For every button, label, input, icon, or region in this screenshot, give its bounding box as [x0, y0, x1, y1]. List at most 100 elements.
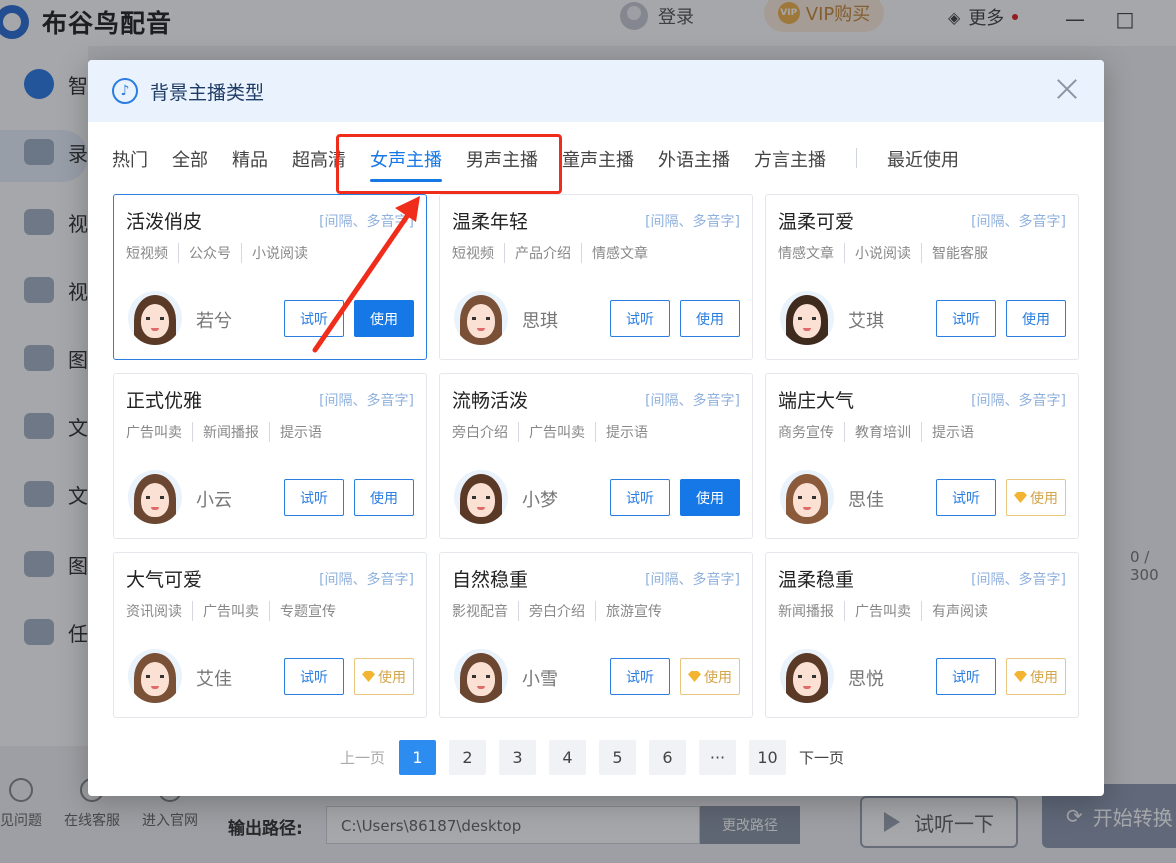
- card-tag: 资讯阅读: [126, 604, 182, 620]
- use-button[interactable]: 使用: [680, 658, 740, 695]
- card-title: 温柔可爱: [778, 211, 855, 233]
- tab-divider: [856, 148, 857, 168]
- anchor-name: 若兮: [196, 311, 232, 332]
- use-button[interactable]: 使用: [354, 300, 414, 337]
- pagination: 上一页 1 2 3 4 5 6 ··· 10 下一页: [340, 740, 844, 775]
- use-label: 使用: [704, 669, 732, 686]
- voice-card[interactable]: 流畅活泼 [间隔、多音字] 旁白介绍 广告叫卖 提示语 小梦 试听 使用: [439, 373, 753, 539]
- page-button[interactable]: 3: [499, 740, 537, 775]
- card-tags: 短视频 产品介绍 情感文章: [452, 243, 658, 263]
- close-icon[interactable]: [1052, 74, 1082, 104]
- page-button[interactable]: 4: [549, 740, 587, 775]
- use-button[interactable]: 使用: [354, 479, 414, 516]
- listen-button[interactable]: 试听: [936, 479, 996, 516]
- tab-1[interactable]: 全部: [172, 146, 208, 182]
- card-tag: 情感文章: [581, 243, 658, 263]
- listen-button[interactable]: 试听: [284, 658, 344, 695]
- card-hint: [间隔、多音字]: [645, 393, 740, 409]
- anchor-avatar: [780, 470, 834, 524]
- card-tag: 智能客服: [921, 243, 998, 263]
- anchor-name: 小云: [196, 490, 232, 511]
- anchor-name: 思琪: [522, 311, 558, 332]
- listen-button[interactable]: 试听: [610, 300, 670, 337]
- card-tag: 小说阅读: [844, 243, 921, 263]
- card-tag: 有声阅读: [921, 601, 998, 621]
- page-button[interactable]: 2: [449, 740, 487, 775]
- use-label: 使用: [370, 490, 398, 507]
- use-label: 使用: [1030, 490, 1058, 507]
- use-button[interactable]: 使用: [1006, 658, 1066, 695]
- anchor-avatar: [128, 470, 182, 524]
- page-button[interactable]: 5: [599, 740, 637, 775]
- use-button[interactable]: 使用: [1006, 300, 1066, 337]
- use-button[interactable]: 使用: [354, 658, 414, 695]
- card-hint: [间隔、多音字]: [319, 572, 414, 588]
- page-button[interactable]: 10: [749, 740, 787, 775]
- use-button[interactable]: 使用: [1006, 479, 1066, 516]
- tab-2[interactable]: 精品: [232, 146, 268, 182]
- voice-card[interactable]: 自然稳重 [间隔、多音字] 影视配音 旁白介绍 旅游宣传 小雪 试听 使用: [439, 552, 753, 718]
- use-label: 使用: [696, 311, 724, 328]
- anchor-name: 思佳: [848, 490, 884, 511]
- card-tags: 商务宣传 教育培训 提示语: [778, 422, 984, 442]
- card-tag: 提示语: [269, 422, 332, 442]
- listen-button[interactable]: 试听: [610, 479, 670, 516]
- card-tag: 广告叫卖: [844, 601, 921, 621]
- anchor-avatar: [128, 291, 182, 345]
- card-hint: [间隔、多音字]: [971, 393, 1066, 409]
- listen-button[interactable]: 试听: [936, 300, 996, 337]
- use-label: 使用: [696, 490, 724, 507]
- vip-gem-icon: [1014, 492, 1027, 503]
- card-tag: 旅游宣传: [595, 601, 672, 621]
- use-label: 使用: [1030, 669, 1058, 686]
- listen-button[interactable]: 试听: [284, 479, 344, 516]
- card-tags: 新闻播报 广告叫卖 有声阅读: [778, 601, 998, 621]
- card-tag: 提示语: [921, 422, 984, 442]
- card-tags: 短视频 公众号 小说阅读: [126, 243, 318, 263]
- use-button[interactable]: 使用: [680, 300, 740, 337]
- voice-card[interactable]: 端庄大气 [间隔、多音字] 商务宣传 教育培训 提示语思佳 试听 使用: [765, 373, 1079, 539]
- card-hint: [间隔、多音字]: [971, 572, 1066, 588]
- voice-card[interactable]: 活泼俏皮 [间隔、多音字] 短视频 公众号 小说阅读 若兮 试听 使用: [113, 194, 427, 360]
- card-title: 自然稳重: [452, 569, 529, 591]
- tab-6[interactable]: 童声主播: [562, 146, 634, 182]
- anchor-avatar: [780, 649, 834, 703]
- card-tag: 旁白介绍: [452, 425, 508, 441]
- vip-gem-icon: [1014, 671, 1027, 682]
- card-tag: 商务宣传: [778, 425, 834, 441]
- page-button[interactable]: 6: [649, 740, 687, 775]
- anchor-name: 艾佳: [196, 669, 232, 690]
- card-hint: [间隔、多音字]: [645, 572, 740, 588]
- next-page-button[interactable]: 下一页: [799, 747, 844, 768]
- annotation-highlight-box: [336, 134, 562, 194]
- use-button[interactable]: 使用: [680, 479, 740, 516]
- card-title: 温柔稳重: [778, 569, 855, 591]
- page-button[interactable]: 1: [399, 740, 437, 775]
- listen-button[interactable]: 试听: [936, 658, 996, 695]
- anchor-name: 小梦: [522, 490, 558, 511]
- use-label: 使用: [1022, 311, 1050, 328]
- voice-card[interactable]: 温柔可爱 [间隔、多音字] 情感文章 小说阅读 智能客服 艾琪 试听 使用: [765, 194, 1079, 360]
- voice-card[interactable]: 大气可爱 [间隔、多音字] 资讯阅读 广告叫卖 专题宣传 艾佳 试听 使用: [113, 552, 427, 718]
- card-title: 端庄大气: [778, 390, 855, 412]
- tab-7[interactable]: 外语主播: [658, 146, 730, 182]
- tab-0[interactable]: 热门: [112, 146, 148, 182]
- card-tag: 提示语: [595, 422, 658, 442]
- card-tags: 影视配音 旁白介绍 旅游宣传: [452, 601, 672, 621]
- use-label: 使用: [378, 669, 406, 686]
- card-hint: [间隔、多音字]: [319, 214, 414, 230]
- card-title: 流畅活泼: [452, 390, 529, 412]
- vip-gem-icon: [688, 671, 701, 682]
- listen-button[interactable]: 试听: [610, 658, 670, 695]
- voice-card[interactable]: 正式优雅 [间隔、多音字] 广告叫卖 新闻播报 提示语 小云 试听 使用: [113, 373, 427, 539]
- card-title: 大气可爱: [126, 569, 203, 591]
- voice-card[interactable]: 温柔年轻 [间隔、多音字] 短视频 产品介绍 情感文章 思琪 试听 使用: [439, 194, 753, 360]
- listen-button[interactable]: 试听: [284, 300, 344, 337]
- card-tag: 小说阅读: [241, 243, 318, 263]
- tab-8[interactable]: 方言主播: [754, 146, 826, 182]
- prev-page-button[interactable]: 上一页: [340, 747, 385, 768]
- page-button[interactable]: ···: [699, 740, 737, 775]
- tab-9[interactable]: 最近使用: [887, 146, 959, 182]
- dialog-title: 背景主播类型: [150, 81, 265, 104]
- voice-card[interactable]: 温柔稳重 [间隔、多音字] 新闻播报 广告叫卖 有声阅读 思悦 试听 使用: [765, 552, 1079, 718]
